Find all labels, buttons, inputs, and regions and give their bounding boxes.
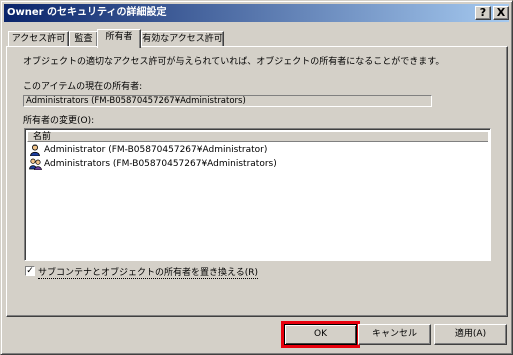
ok-button[interactable]: OK: [284, 324, 357, 345]
list-item-administrator[interactable]: Administrator (FM-B05870457267¥Administr…: [29, 143, 469, 157]
owner-description: オブジェクトの適切なアクセス許可が与えられていれば、オブジェクトの所有者になるこ…: [23, 57, 445, 67]
column-header-name[interactable]: 名前: [27, 131, 488, 142]
tab-label: 有効なアクセス許可: [142, 34, 223, 44]
help-button[interactable]: ?: [475, 6, 491, 20]
change-owner-label: 所有者の変更(O):: [23, 116, 95, 126]
tab-label: 所有者: [105, 32, 133, 42]
tab-owner[interactable]: 所有者: [97, 29, 141, 48]
user-icon: [30, 144, 40, 156]
owner-list[interactable]: 名前 Administrator (FM-B05870457267¥Admini…: [24, 128, 491, 261]
tab-label: アクセス許可: [11, 34, 66, 44]
cancel-button[interactable]: キャンセル: [358, 324, 431, 345]
checkmark-icon: ✓: [26, 266, 34, 276]
close-button[interactable]: X: [493, 6, 509, 20]
tab-permissions[interactable]: アクセス許可: [8, 31, 69, 47]
tab-auditing[interactable]: 監査: [69, 31, 98, 47]
cancel-button-label: キャンセル: [371, 329, 417, 339]
window-title: Owner のセキュリティの詳細設定: [7, 7, 167, 18]
apply-button-label: 適用(A): [454, 329, 487, 339]
apply-button[interactable]: 適用(A): [434, 324, 507, 345]
list-item-label: Administrators (FM-B05870457267¥Administ…: [44, 159, 277, 169]
current-owner-label: このアイテムの現在の所有者:: [23, 82, 143, 92]
tab-label: 監査: [74, 34, 93, 44]
list-item-administrators[interactable]: Administrators (FM-B05870457267¥Administ…: [29, 157, 469, 171]
owner-tab-panel: オブジェクトの適切なアクセス許可が与えられていれば、オブジェクトの所有者になるこ…: [6, 46, 508, 317]
current-owner-field: Administrators (FM-B05870457267¥Administ…: [23, 95, 432, 107]
help-icon: ?: [479, 6, 487, 19]
ok-button-label: OK: [314, 329, 327, 339]
list-item-label: Administrator (FM-B05870457267¥Administr…: [44, 145, 268, 155]
replace-owner-checkbox[interactable]: ✓: [25, 266, 35, 276]
security-dialog: Owner のセキュリティの詳細設定 ? X アクセス許可 監査 所有者 有効な…: [0, 0, 513, 355]
tab-effective-permissions[interactable]: 有効なアクセス許可: [141, 31, 224, 47]
close-icon: X: [496, 6, 506, 19]
group-icon: [29, 158, 42, 170]
title-bar: Owner のセキュリティの詳細設定: [4, 4, 509, 22]
replace-owner-label[interactable]: サブコンテナとオブジェクトの所有者を置き換える(R): [38, 265, 259, 279]
